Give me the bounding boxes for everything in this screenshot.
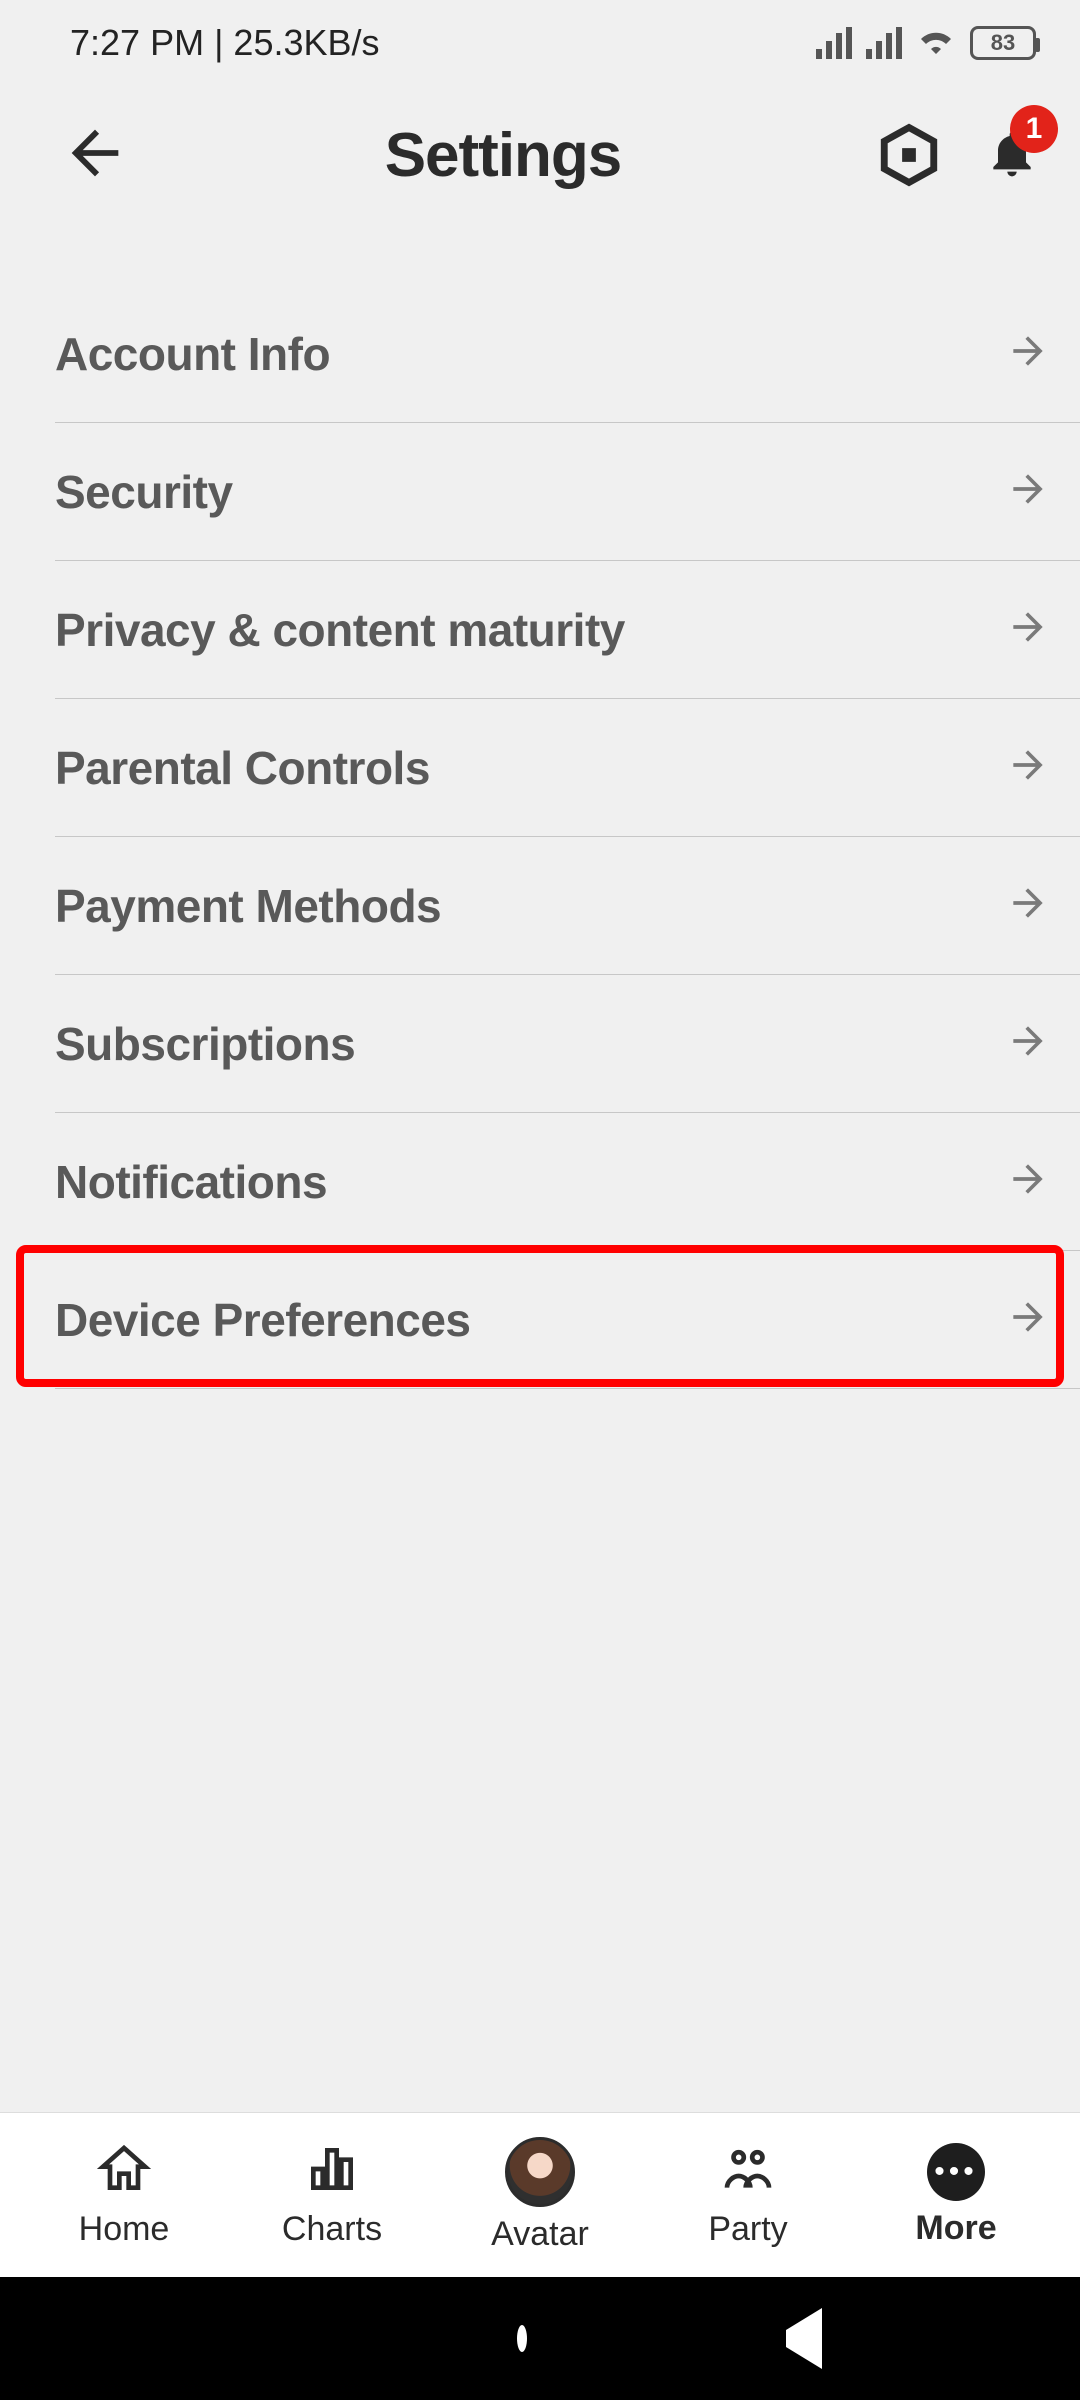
nav-label: More (915, 2209, 996, 2248)
settings-item-label: Account Info (55, 327, 330, 381)
chevron-right-icon (1006, 1295, 1050, 1344)
chevron-right-icon (1006, 881, 1050, 930)
nav-label: Avatar (491, 2215, 589, 2254)
settings-item-label: Subscriptions (55, 1017, 355, 1071)
nav-item-avatar[interactable]: Avatar (455, 2137, 625, 2254)
app-bar: Settings 1 (0, 85, 1080, 225)
system-nav (0, 2277, 1080, 2400)
robux-icon[interactable] (876, 122, 942, 188)
chevron-right-icon (1006, 467, 1050, 516)
settings-item-label: Device Preferences (55, 1293, 471, 1347)
settings-item-payment-methods[interactable]: Payment Methods (55, 837, 1080, 975)
nav-item-charts[interactable]: Charts (247, 2141, 417, 2249)
settings-item-device-preferences[interactable]: Device Preferences (55, 1251, 1080, 1389)
settings-item-label: Security (55, 465, 233, 519)
party-icon (720, 2141, 776, 2202)
nav-label: Party (708, 2210, 787, 2249)
nav-label: Charts (282, 2210, 382, 2249)
settings-item-parental-controls[interactable]: Parental Controls (55, 699, 1080, 837)
settings-item-privacy[interactable]: Privacy & content maturity (55, 561, 1080, 699)
settings-item-label: Privacy & content maturity (55, 603, 625, 657)
settings-item-subscriptions[interactable]: Subscriptions (55, 975, 1080, 1113)
status-indicators: 83 (816, 22, 1036, 64)
status-time: 7:27 PM | 25.3KB/s (70, 22, 380, 64)
wifi-icon (916, 22, 956, 64)
bottom-nav: Home Charts Avatar Party ••• More (0, 2113, 1080, 2277)
nav-item-more[interactable]: ••• More (871, 2143, 1041, 2248)
more-icon: ••• (927, 2143, 985, 2201)
settings-list: Account Info Security Privacy & content ma… (0, 225, 1080, 1389)
chevron-right-icon (1006, 1157, 1050, 1206)
nav-item-party[interactable]: Party (663, 2141, 833, 2249)
page-title: Settings (130, 120, 876, 191)
nav-label: Home (79, 2210, 170, 2249)
settings-item-notifications[interactable]: Notifications (55, 1113, 1080, 1251)
notification-badge: 1 (1010, 105, 1058, 153)
settings-item-label: Payment Methods (55, 879, 441, 933)
chevron-right-icon (1006, 329, 1050, 378)
back-button[interactable] (60, 118, 130, 193)
nav-item-home[interactable]: Home (39, 2141, 209, 2249)
signal-icon-2 (866, 27, 902, 59)
signal-icon-1 (816, 27, 852, 59)
settings-item-label: Parental Controls (55, 741, 430, 795)
back-system-button[interactable] (786, 2330, 822, 2348)
settings-content: Account Info Security Privacy & content ma… (0, 225, 1080, 2113)
battery-icon: 83 (970, 26, 1036, 60)
home-icon (96, 2141, 152, 2202)
chevron-right-icon (1006, 1019, 1050, 1068)
avatar-icon (505, 2137, 575, 2207)
home-button[interactable] (517, 2330, 527, 2348)
chevron-right-icon (1006, 605, 1050, 654)
status-bar: 7:27 PM | 25.3KB/s 83 (0, 0, 1080, 85)
settings-item-account-info[interactable]: Account Info (55, 285, 1080, 423)
settings-item-security[interactable]: Security (55, 423, 1080, 561)
charts-icon (304, 2141, 360, 2202)
notifications-button[interactable]: 1 (984, 125, 1040, 186)
settings-item-label: Notifications (55, 1155, 327, 1209)
chevron-right-icon (1006, 743, 1050, 792)
